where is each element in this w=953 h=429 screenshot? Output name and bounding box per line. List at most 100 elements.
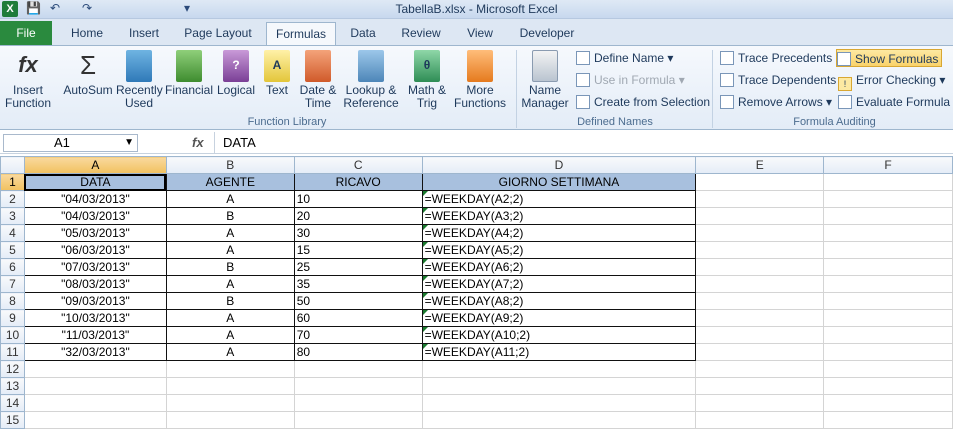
column-header[interactable]: B	[165, 156, 295, 174]
tab-view[interactable]: View	[460, 22, 500, 45]
row-header[interactable]: 9	[0, 309, 25, 327]
chevron-down-icon[interactable]: ▼	[124, 135, 134, 151]
column-header[interactable]: E	[695, 156, 825, 174]
row-header[interactable]: 3	[0, 207, 25, 225]
cell[interactable]: 15	[293, 241, 423, 259]
cell[interactable]	[695, 411, 825, 429]
tab-formulas[interactable]: Formulas	[266, 22, 336, 46]
cell[interactable]: "32/03/2013"	[23, 343, 167, 361]
insert-function-button[interactable]: fx Insert Function	[2, 50, 54, 110]
row-header[interactable]: 2	[0, 190, 25, 208]
cell[interactable]: =WEEKDAY(A3;2)	[421, 207, 697, 225]
cell[interactable]: A	[165, 190, 295, 208]
cell[interactable]: 70	[293, 326, 423, 344]
cell[interactable]: =WEEKDAY(A6;2)	[421, 258, 697, 276]
recently-used-button[interactable]: Recently Used	[116, 50, 163, 110]
cell[interactable]: "08/03/2013"	[23, 275, 167, 293]
cell[interactable]	[695, 343, 825, 361]
cell[interactable]: B	[165, 258, 295, 276]
cell[interactable]: A	[165, 309, 295, 327]
cell[interactable]: "04/03/2013"	[23, 207, 167, 225]
row-header[interactable]: 10	[0, 326, 25, 344]
cell[interactable]: =WEEKDAY(A8;2)	[421, 292, 697, 310]
cell[interactable]	[823, 326, 953, 344]
cell[interactable]	[23, 394, 167, 412]
cell[interactable]: =WEEKDAY(A9;2)	[421, 309, 697, 327]
cell[interactable]: A	[165, 241, 295, 259]
cell[interactable]	[421, 360, 697, 378]
cell[interactable]	[695, 377, 825, 395]
row-header[interactable]: 5	[0, 241, 25, 259]
more-functions-button[interactable]: More Functions	[450, 50, 510, 110]
cell[interactable]	[421, 411, 697, 429]
cell[interactable]: "10/03/2013"	[23, 309, 167, 327]
financial-button[interactable]: Financial	[164, 50, 214, 97]
cell[interactable]	[695, 360, 825, 378]
cell[interactable]	[695, 224, 825, 242]
column-header[interactable]: F	[823, 156, 953, 174]
cell[interactable]: =WEEKDAY(A2;2)	[421, 190, 697, 208]
cell[interactable]	[23, 411, 167, 429]
cell[interactable]	[823, 190, 953, 208]
insert-function-fx-icon[interactable]: fx	[192, 135, 204, 150]
name-box[interactable]: A1 ▼	[3, 134, 138, 152]
cell[interactable]: =WEEKDAY(A4;2)	[421, 224, 697, 242]
cell[interactable]: "04/03/2013"	[23, 190, 167, 208]
cell[interactable]	[695, 292, 825, 310]
cell[interactable]: "05/03/2013"	[23, 224, 167, 242]
cell[interactable]	[823, 292, 953, 310]
cell[interactable]: AGENTE	[165, 173, 295, 191]
lookup-reference-button[interactable]: Lookup & Reference	[340, 50, 402, 110]
cell[interactable]: 10	[293, 190, 423, 208]
cell[interactable]: 50	[293, 292, 423, 310]
cell[interactable]	[823, 258, 953, 276]
cell[interactable]	[695, 275, 825, 293]
math-trig-button[interactable]: θ Math & Trig	[404, 50, 450, 110]
tab-file[interactable]: File	[0, 21, 52, 45]
cell[interactable]	[823, 377, 953, 395]
cell[interactable]	[421, 394, 697, 412]
cell[interactable]: "11/03/2013"	[23, 326, 167, 344]
cell[interactable]: 35	[293, 275, 423, 293]
column-header[interactable]: C	[293, 156, 423, 174]
text-button[interactable]: A Text	[260, 50, 294, 97]
cell[interactable]: =WEEKDAY(A11;2)	[421, 343, 697, 361]
cell[interactable]: DATA	[23, 173, 167, 191]
cell[interactable]	[823, 394, 953, 412]
cell[interactable]	[823, 360, 953, 378]
show-formulas-button[interactable]: Show Formulas	[836, 49, 943, 67]
tab-data[interactable]: Data	[344, 22, 382, 45]
cell[interactable]	[695, 326, 825, 344]
cell[interactable]: "07/03/2013"	[23, 258, 167, 276]
use-in-formula-button[interactable]: Use in Formula ▾	[576, 71, 685, 89]
cell[interactable]	[293, 377, 423, 395]
cell[interactable]	[165, 377, 295, 395]
cell[interactable]	[695, 207, 825, 225]
autosum-button[interactable]: Σ AutoSum	[62, 50, 114, 97]
define-name-button[interactable]: Define Name ▾	[576, 49, 673, 67]
cell[interactable]: A	[165, 343, 295, 361]
cell[interactable]: "09/03/2013"	[23, 292, 167, 310]
row-header[interactable]: 14	[0, 394, 25, 412]
cell[interactable]: A	[165, 275, 295, 293]
cell[interactable]: RICAVO	[293, 173, 423, 191]
cell[interactable]	[695, 258, 825, 276]
cell[interactable]	[823, 309, 953, 327]
cell[interactable]: GIORNO SETTIMANA	[421, 173, 697, 191]
row-header[interactable]: 6	[0, 258, 25, 276]
cell[interactable]: "06/03/2013"	[23, 241, 167, 259]
cell[interactable]	[695, 173, 825, 191]
cell[interactable]	[293, 394, 423, 412]
cell[interactable]: 20	[293, 207, 423, 225]
row-header[interactable]: 11	[0, 343, 25, 361]
row-header[interactable]: 13	[0, 377, 25, 395]
tab-review[interactable]: Review	[396, 22, 446, 45]
cell[interactable]	[823, 343, 953, 361]
cell[interactable]	[165, 394, 295, 412]
tab-home[interactable]: Home	[64, 22, 110, 45]
tab-developer[interactable]: Developer	[514, 22, 580, 45]
cell[interactable]: A	[165, 224, 295, 242]
cell[interactable]	[823, 411, 953, 429]
row-header[interactable]: 15	[0, 411, 25, 429]
select-all-corner[interactable]	[0, 156, 25, 174]
